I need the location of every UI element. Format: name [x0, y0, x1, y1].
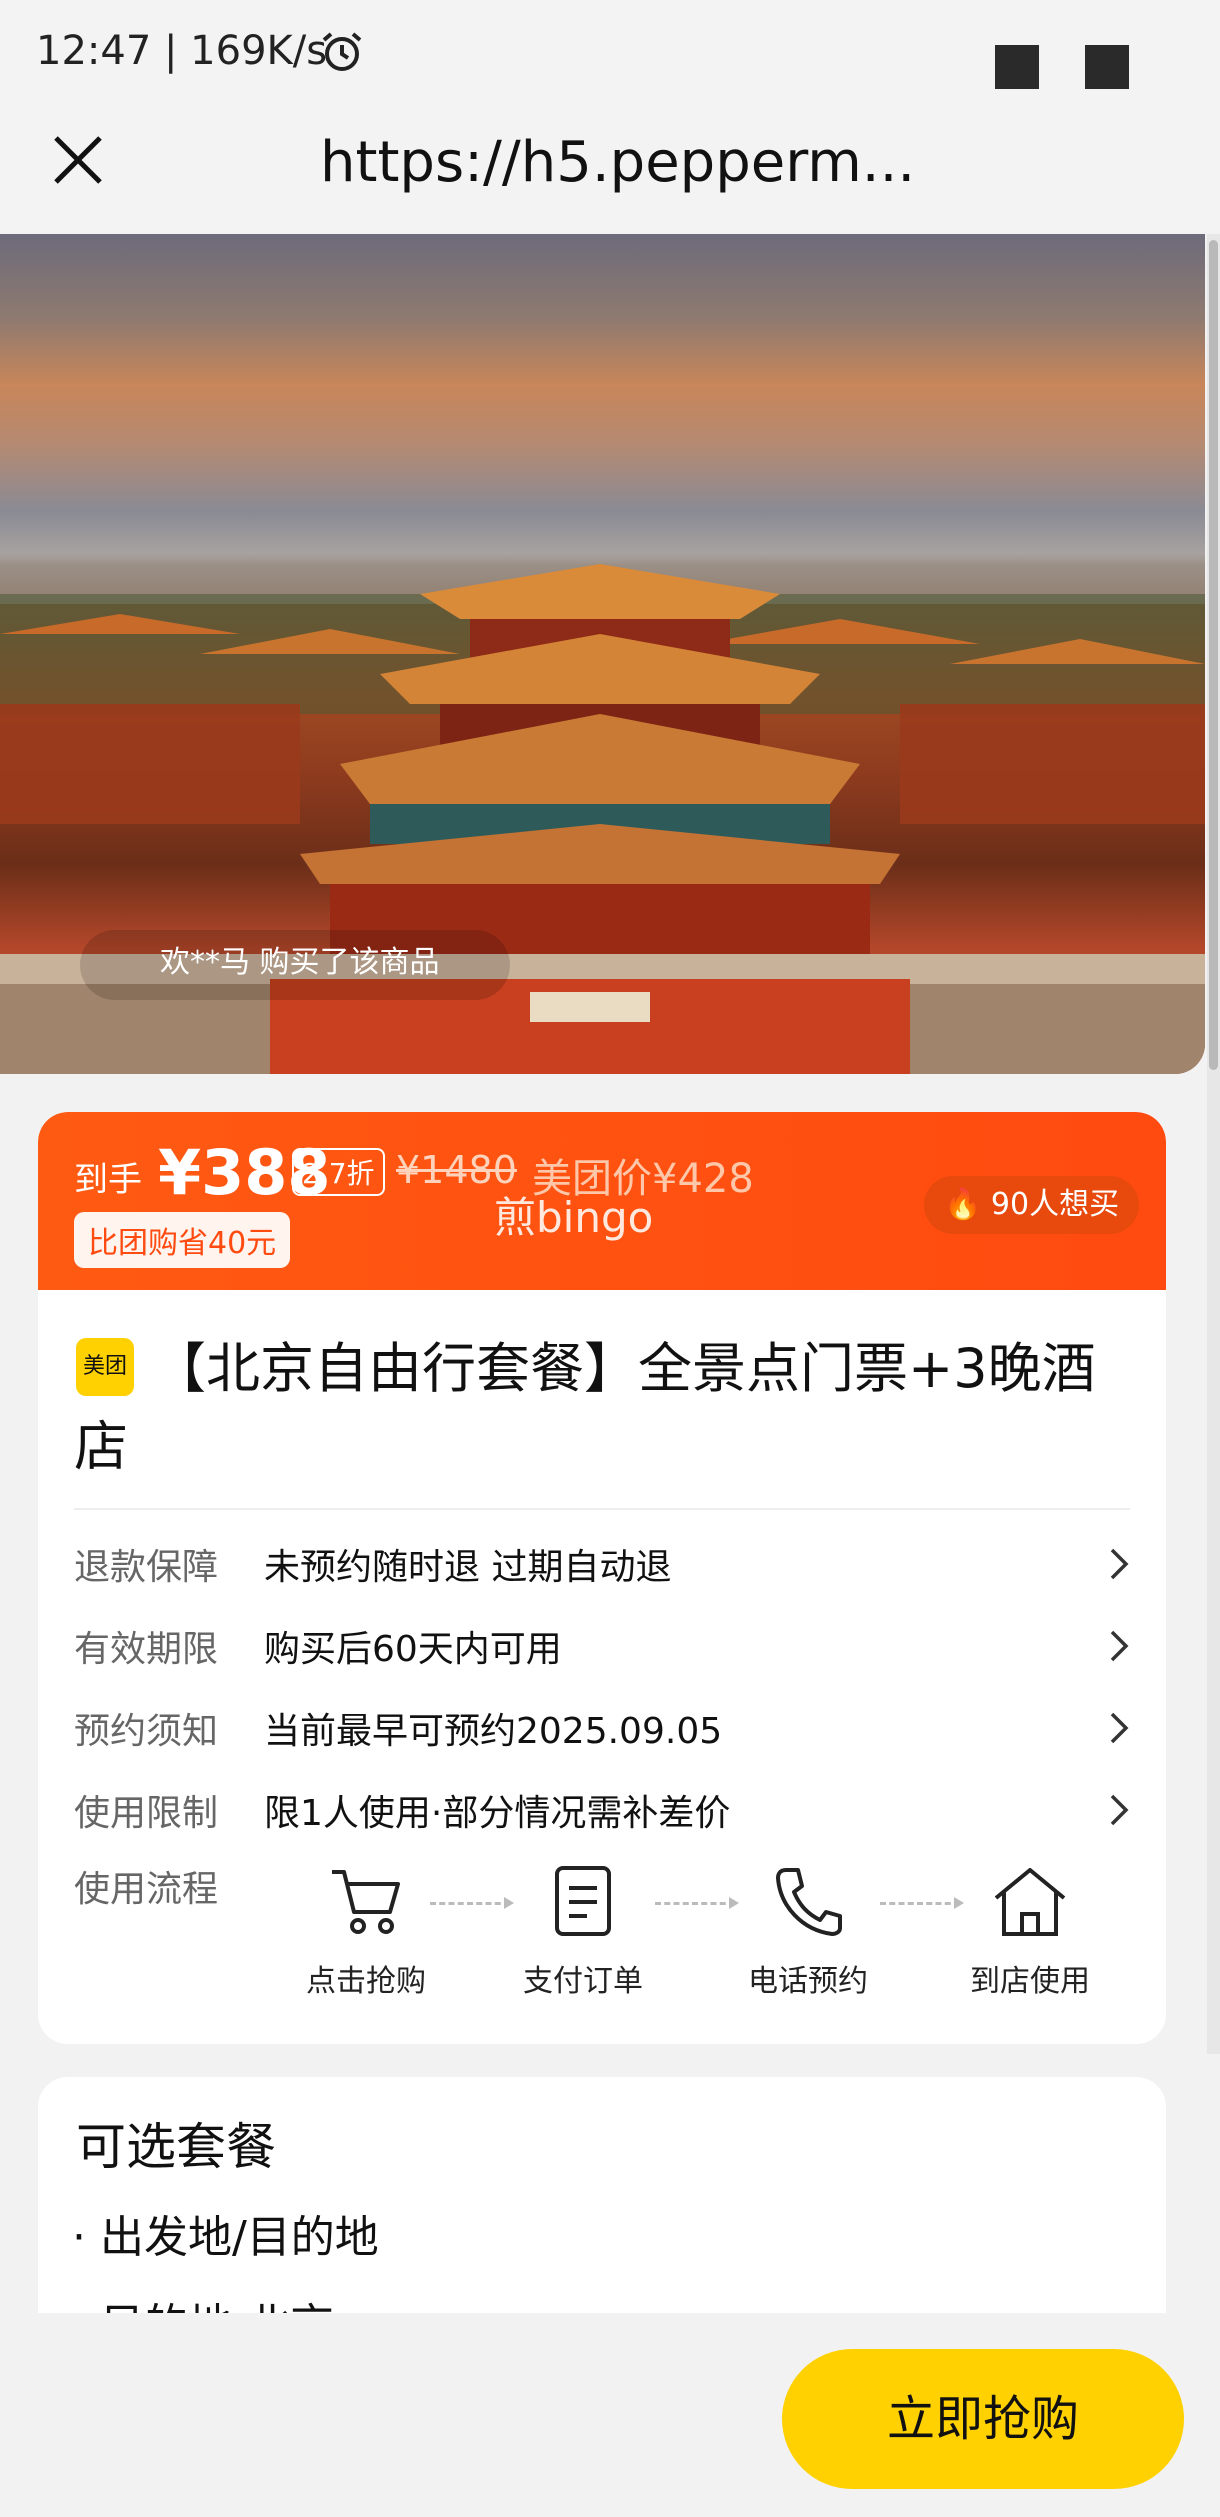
phone-icon: [776, 1868, 842, 1936]
meituan-logo: 美团: [76, 1338, 134, 1396]
info-row-refund[interactable]: 退款保障 未预约随时退 过期自动退: [74, 1538, 1134, 1598]
document-icon: [555, 1866, 611, 1936]
package-item-origin-destination[interactable]: · 出发地/目的地: [72, 2201, 379, 2265]
status-bar: 12:47 | 169K/s: [0, 0, 1220, 110]
price-prefix: 到手: [74, 1160, 142, 1200]
browser-header: https://h5.pepperm...: [0, 110, 1220, 234]
status-square-icon: [995, 45, 1039, 89]
flow-arrow: [430, 1897, 514, 1909]
flow-step-visit: 到店使用: [950, 1864, 1110, 2000]
want-count: 90人想买: [990, 1187, 1120, 1222]
info-label: 退款保障: [74, 1547, 219, 1588]
flow-step-call: 电话预约: [728, 1864, 888, 2000]
flow-arrow: [655, 1897, 739, 1909]
info-row-usage-limit[interactable]: 使用限制 限1人使用·部分情况需补差价: [74, 1784, 1134, 1844]
package-title: 可选套餐: [76, 2118, 276, 2176]
info-value: 未预约随时退 过期自动退: [264, 1547, 672, 1588]
bottom-bar: 立即抢购: [0, 2313, 1220, 2517]
chevron-right-icon: [1110, 1630, 1129, 1662]
product-title: 【北京自由行套餐】全景点门票+3晚酒店: [74, 1337, 1096, 1478]
scrollbar-thumb[interactable]: [1209, 240, 1218, 1070]
close-icon[interactable]: [48, 130, 108, 190]
want-count-badge: 🔥 90人想买: [924, 1176, 1140, 1234]
chevron-right-icon: [1110, 1794, 1129, 1826]
flow-arrow: [880, 1897, 964, 1909]
save-badge: 比团购省40元: [74, 1212, 291, 1268]
info-label: 使用限制: [74, 1793, 219, 1834]
store-icon: [994, 1868, 1066, 1936]
alarm-clock-icon: [322, 32, 362, 71]
status-square-icon: [1085, 45, 1129, 89]
info-row-validity[interactable]: 有效期限 购买后60天内可用: [74, 1620, 1134, 1680]
info-value: 当前最早可预约2025.09.05: [264, 1711, 723, 1752]
flow-step-pay: 支付订单: [503, 1864, 663, 2000]
step-label: 点击抢购: [306, 1964, 426, 1999]
recent-buyer-notice: 欢**马 购买了该商品: [80, 930, 510, 1000]
step-label: 支付订单: [523, 1964, 643, 1999]
chevron-right-icon: [1110, 1712, 1129, 1744]
fire-icon: 🔥: [944, 1187, 982, 1222]
info-row-booking[interactable]: 预约须知 当前最早可预约2025.09.05: [74, 1702, 1134, 1762]
info-label: 有效期限: [74, 1629, 219, 1670]
price-banner: 到手 ¥388 2.7折 ¥1480 美团价¥428 煎bingo 比团购省40…: [38, 1112, 1166, 1290]
buy-now-button[interactable]: 立即抢购: [782, 2349, 1184, 2489]
watermark-text: 煎bingo: [494, 1193, 654, 1242]
info-value: 限1人使用·部分情况需补差价: [264, 1793, 731, 1834]
cart-icon: [332, 1870, 400, 1934]
product-card: 到手 ¥388 2.7折 ¥1480 美团价¥428 煎bingo 比团购省40…: [38, 1112, 1166, 2044]
divider: [74, 1508, 1130, 1510]
discount-tag: 2.7折: [292, 1148, 385, 1196]
page-url[interactable]: https://h5.pepperm...: [320, 130, 920, 195]
flow-label: 使用流程: [74, 1869, 219, 1910]
step-label: 电话预约: [748, 1964, 868, 1999]
package-card: 可选套餐 · 出发地/目的地 · 目的地 北京: [38, 2077, 1166, 2317]
flow-step-buy: 点击抢购: [286, 1864, 446, 2000]
chevron-right-icon: [1110, 1548, 1129, 1580]
status-time-speed: 12:47 | 169K/s: [36, 28, 328, 74]
step-label: 到店使用: [970, 1964, 1090, 1999]
info-label: 预约须知: [74, 1711, 219, 1752]
info-value: 购买后60天内可用: [264, 1629, 562, 1670]
